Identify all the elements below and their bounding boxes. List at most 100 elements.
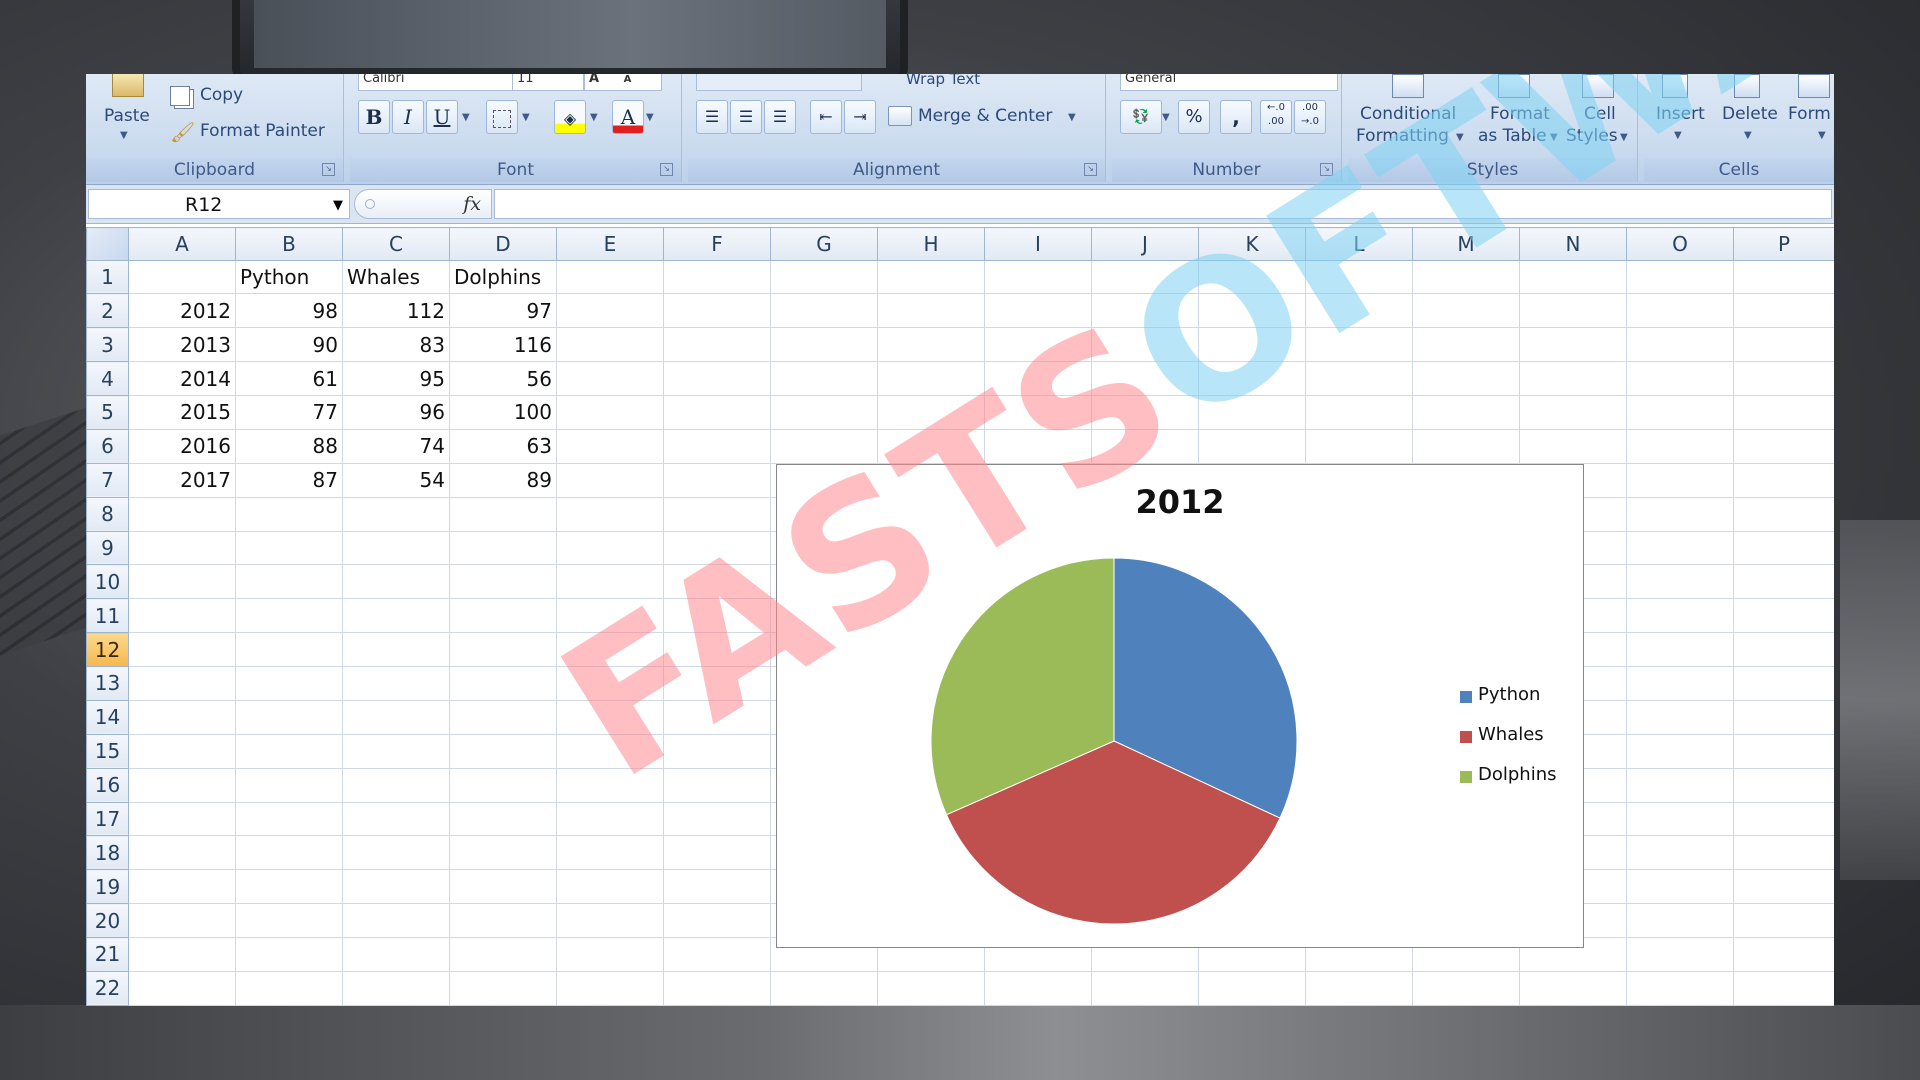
cell-f13[interactable]: [663, 666, 771, 701]
paste-button[interactable]: Paste ▼: [100, 74, 154, 152]
column-header-g[interactable]: G: [770, 227, 878, 261]
cell-f10[interactable]: [663, 564, 771, 600]
cell-d12[interactable]: [449, 632, 557, 667]
row-header-11[interactable]: 11: [86, 598, 129, 634]
cell-e10[interactable]: [556, 564, 664, 600]
decrease-decimal-button[interactable]: .00 →.0: [1294, 100, 1326, 134]
cell-f1[interactable]: [663, 259, 771, 295]
number-format-select[interactable]: General: [1120, 74, 1338, 91]
cell-a15[interactable]: [128, 733, 236, 769]
cell-j22[interactable]: [1091, 970, 1199, 1006]
cell-e15[interactable]: [556, 733, 664, 769]
cell-b18[interactable]: [235, 835, 343, 871]
cell-o20[interactable]: [1626, 903, 1734, 938]
merge-center-button[interactable]: Merge & Center ▼: [888, 102, 1088, 132]
conditional-formatting-button[interactable]: Conditional Formatting ▼: [1352, 74, 1472, 156]
cell-c8[interactable]: [342, 496, 450, 532]
cell-p7[interactable]: [1733, 462, 1834, 498]
cell-c21[interactable]: [342, 937, 450, 972]
number-dialog-launcher-icon[interactable]: ↘: [1320, 163, 1333, 176]
cell-d7[interactable]: 89: [449, 462, 557, 498]
cell-b1[interactable]: Python: [235, 259, 343, 295]
borders-dropdown-icon[interactable]: ▼: [522, 112, 530, 123]
row-header-10[interactable]: 10: [86, 564, 129, 600]
cell-i22[interactable]: [984, 970, 1092, 1006]
cell-p12[interactable]: [1733, 632, 1834, 667]
cell-o13[interactable]: [1626, 666, 1734, 701]
cell-d13[interactable]: [449, 666, 557, 701]
cell-l3[interactable]: [1305, 327, 1413, 363]
cell-a10[interactable]: [128, 564, 236, 600]
cell-a18[interactable]: [128, 835, 236, 871]
cell-e12[interactable]: [556, 632, 664, 667]
cell-d15[interactable]: [449, 733, 557, 769]
cell-c2[interactable]: 112: [342, 293, 450, 329]
cell-e21[interactable]: [556, 937, 664, 972]
cell-l2[interactable]: [1305, 293, 1413, 329]
percent-style-button[interactable]: %: [1178, 100, 1210, 134]
cell-c19[interactable]: [342, 869, 450, 905]
cell-c5[interactable]: 96: [342, 395, 450, 430]
cell-f4[interactable]: [663, 361, 771, 396]
cell-c1[interactable]: Whales: [342, 259, 450, 295]
cell-k22[interactable]: [1198, 970, 1306, 1006]
row-header-4[interactable]: 4: [86, 361, 129, 396]
cell-e5[interactable]: [556, 395, 664, 430]
cell-o18[interactable]: [1626, 835, 1734, 871]
cell-o14[interactable]: [1626, 699, 1734, 735]
cell-p3[interactable]: [1733, 327, 1834, 363]
row-header-16[interactable]: 16: [86, 767, 129, 803]
decrease-indent-button[interactable]: ⇤: [810, 100, 842, 134]
grow-shrink-font-buttons[interactable]: A A: [584, 74, 662, 91]
cell-i6[interactable]: [984, 428, 1092, 464]
cell-j6[interactable]: [1091, 428, 1199, 464]
cell-c3[interactable]: 83: [342, 327, 450, 363]
cell-f18[interactable]: [663, 835, 771, 871]
cell-e20[interactable]: [556, 903, 664, 938]
cell-h3[interactable]: [877, 327, 985, 363]
cell-h5[interactable]: [877, 395, 985, 430]
cell-f9[interactable]: [663, 530, 771, 566]
cell-b5[interactable]: 77: [235, 395, 343, 430]
cell-n4[interactable]: [1519, 361, 1627, 396]
row-header-14[interactable]: 14: [86, 699, 129, 735]
cell-m3[interactable]: [1412, 327, 1520, 363]
row-header-7[interactable]: 7: [86, 462, 129, 498]
cell-n2[interactable]: [1519, 293, 1627, 329]
cell-d22[interactable]: [449, 970, 557, 1006]
cell-d20[interactable]: [449, 903, 557, 938]
cell-o10[interactable]: [1626, 564, 1734, 600]
delete-button[interactable]: Delete ▼: [1716, 74, 1782, 156]
cell-i5[interactable]: [984, 395, 1092, 430]
cell-d5[interactable]: 100: [449, 395, 557, 430]
cell-a12[interactable]: [128, 632, 236, 667]
cell-h1[interactable]: [877, 259, 985, 295]
cell-styles-button[interactable]: Cell Styles ▼: [1560, 74, 1634, 156]
wrap-text-button[interactable]: Wrap Text: [902, 74, 1086, 90]
cell-p9[interactable]: [1733, 530, 1834, 566]
cell-b14[interactable]: [235, 699, 343, 735]
cell-f20[interactable]: [663, 903, 771, 938]
cell-e13[interactable]: [556, 666, 664, 701]
cell-o17[interactable]: [1626, 801, 1734, 837]
clipboard-dialog-launcher-icon[interactable]: ↘: [322, 163, 335, 176]
row-header-19[interactable]: 19: [86, 869, 129, 905]
cell-a4[interactable]: 2014: [128, 361, 236, 396]
row-header-22[interactable]: 22: [86, 970, 129, 1006]
cell-f3[interactable]: [663, 327, 771, 363]
format-cells-button[interactable]: Form ▼: [1788, 74, 1834, 156]
cell-j1[interactable]: [1091, 259, 1199, 295]
comma-style-button[interactable]: ,: [1220, 100, 1252, 134]
cell-a22[interactable]: [128, 970, 236, 1006]
cell-a2[interactable]: 2012: [128, 293, 236, 329]
cell-l6[interactable]: [1305, 428, 1413, 464]
column-header-d[interactable]: D: [449, 227, 557, 261]
cell-f16[interactable]: [663, 767, 771, 803]
column-header-p[interactable]: P: [1733, 227, 1834, 261]
cell-e1[interactable]: [556, 259, 664, 295]
cell-b12[interactable]: [235, 632, 343, 667]
column-header-c[interactable]: C: [342, 227, 450, 261]
row-header-12[interactable]: 12: [86, 632, 129, 667]
cell-g6[interactable]: [770, 428, 878, 464]
format-as-table-button[interactable]: Format as Table ▼: [1476, 74, 1558, 156]
